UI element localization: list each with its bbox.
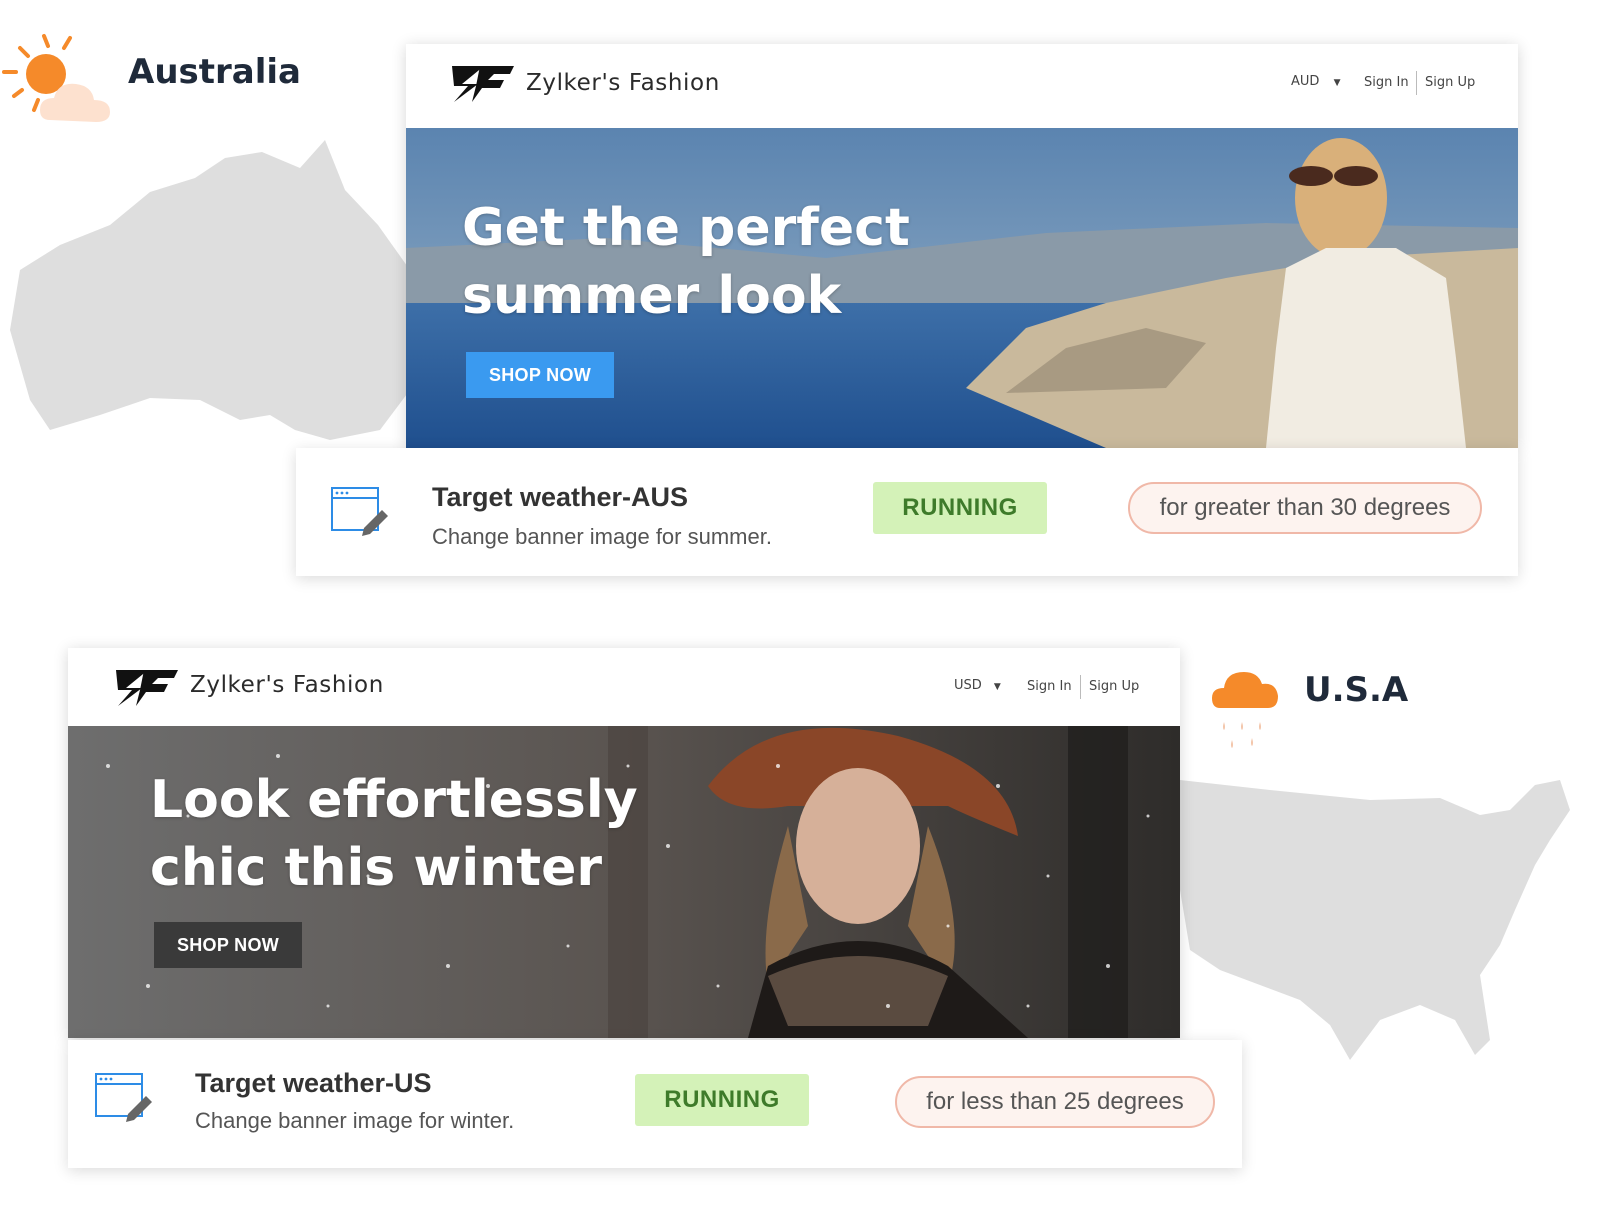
- sign-up-link[interactable]: Sign Up: [1089, 679, 1139, 694]
- us-site-preview: Zylker's Fashion USD ▼ Sign In Sign Up L…: [68, 648, 1180, 1038]
- banner-title: Get the perfect summer look: [462, 194, 910, 330]
- nav-divider: [1080, 675, 1081, 699]
- brand-logo-icon[interactable]: [450, 62, 516, 104]
- sun-cloud-icon: [2, 34, 110, 122]
- region-label-australia: Australia: [128, 52, 301, 92]
- aus-site-preview: Zylker's Fashion AUD ▼ Sign In Sign Up G…: [406, 44, 1518, 448]
- rain-cloud-icon: [1212, 672, 1278, 748]
- usa-map: [1180, 780, 1570, 1060]
- chevron-down-icon: ▼: [993, 682, 1001, 692]
- sign-up-link[interactable]: Sign Up: [1425, 75, 1475, 90]
- sign-in-link[interactable]: Sign In: [1027, 679, 1072, 694]
- banner-title-line-2: chic this winter: [150, 838, 603, 898]
- status-badge: RUNNING: [873, 482, 1047, 534]
- banner-title: Look effortlessly chic this winter: [150, 766, 638, 902]
- region-label-usa: U.S.A: [1304, 670, 1409, 710]
- currency-value: AUD: [1291, 74, 1320, 89]
- australia-map: [10, 140, 425, 440]
- site-navbar: Zylker's Fashion USD ▼ Sign In Sign Up: [68, 648, 1180, 727]
- campaign-card-us[interactable]: Target weather-US Change banner image fo…: [68, 1040, 1242, 1168]
- campaign-title: Target weather-US: [195, 1068, 432, 1098]
- brand-name[interactable]: Zylker's Fashion: [526, 70, 720, 96]
- campaign-card-aus[interactable]: Target weather-AUS Change banner image f…: [296, 448, 1518, 576]
- brand-logo-icon[interactable]: [114, 666, 180, 708]
- weather-condition-badge: for greater than 30 degrees: [1128, 482, 1482, 534]
- shop-now-button[interactable]: SHOP NOW: [154, 922, 302, 968]
- site-navbar: Zylker's Fashion AUD ▼ Sign In Sign Up: [406, 44, 1518, 129]
- banner-title-line-2: summer look: [462, 266, 842, 326]
- campaign-description: Change banner image for winter.: [195, 1108, 515, 1133]
- hero-banner-summer: Get the perfect summer look SHOP NOW: [406, 128, 1518, 448]
- currency-select[interactable]: USD ▼: [954, 678, 1001, 693]
- shop-now-button[interactable]: SHOP NOW: [466, 352, 614, 398]
- brand-name[interactable]: Zylker's Fashion: [190, 672, 384, 698]
- edit-banner-icon: [95, 1073, 152, 1122]
- hero-banner-winter: Look effortlessly chic this winter SHOP …: [68, 726, 1180, 1038]
- banner-title-line-1: Look effortlessly: [150, 770, 638, 830]
- weather-condition-badge: for less than 25 degrees: [895, 1076, 1215, 1128]
- status-badge: RUNNING: [635, 1074, 809, 1126]
- banner-title-line-1: Get the perfect: [462, 198, 910, 258]
- currency-select[interactable]: AUD ▼: [1291, 74, 1340, 89]
- chevron-down-icon: ▼: [1333, 78, 1341, 88]
- campaign-title: Target weather-AUS: [432, 482, 689, 512]
- currency-value: USD: [954, 678, 982, 693]
- nav-divider: [1416, 71, 1417, 95]
- edit-banner-icon: [331, 487, 388, 536]
- campaign-description: Change banner image for summer.: [432, 524, 772, 549]
- sign-in-link[interactable]: Sign In: [1364, 75, 1409, 90]
